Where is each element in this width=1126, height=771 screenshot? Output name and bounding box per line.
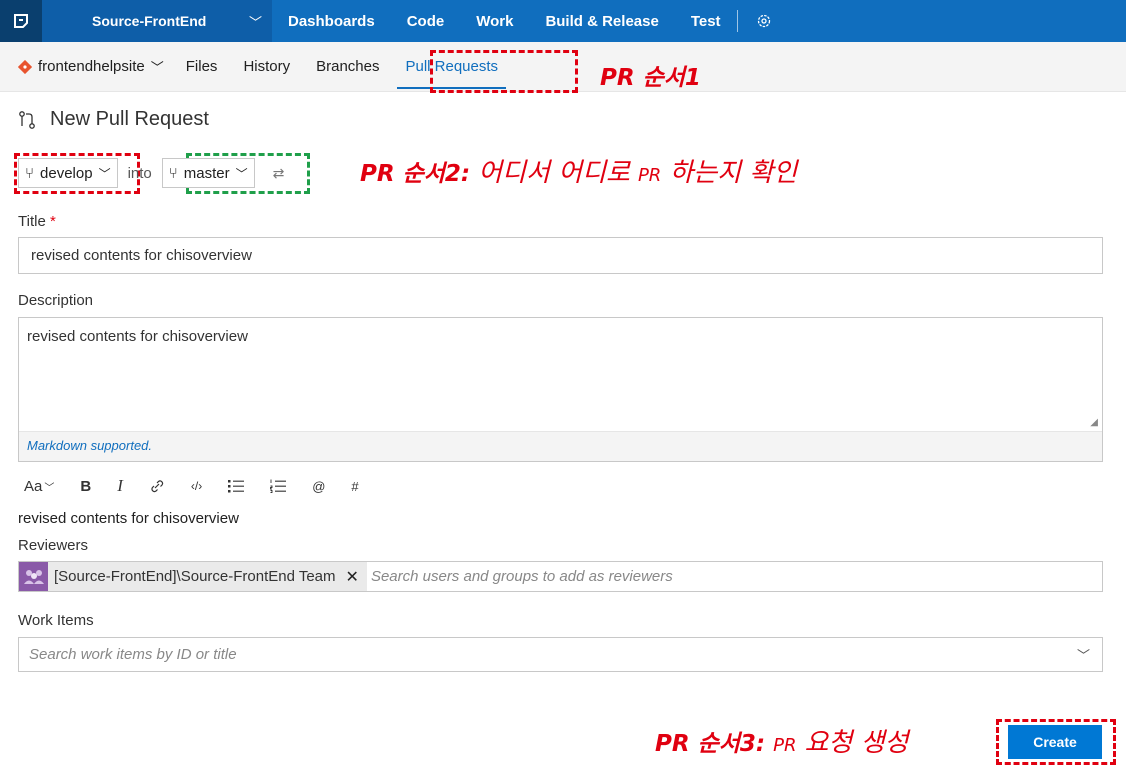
chevron-down-icon: ﹀ bbox=[44, 482, 55, 494]
chevron-down-icon[interactable]: ﹀ bbox=[1077, 645, 1090, 664]
annotation-step3-pr: PR bbox=[773, 735, 797, 756]
description-preview: revised contents for chisoverview bbox=[18, 510, 239, 527]
numbered-list-icon[interactable] bbox=[270, 479, 287, 493]
description-textarea[interactable]: revised contents for chisoverview ◢ Mark… bbox=[18, 317, 1103, 462]
reviewer-team-name: [Source-FrontEnd]\Source-FrontEnd Team bbox=[54, 568, 336, 585]
work-items-placeholder: Search work items by ID or title bbox=[29, 646, 237, 663]
annotation-step3: PR 순서3: PR 요청 생성 bbox=[655, 722, 908, 759]
gear-icon[interactable] bbox=[756, 13, 772, 29]
source-branch-label: develop bbox=[40, 164, 93, 182]
annotation-step3-bold: PR 순서3: bbox=[655, 731, 766, 757]
target-branch-label: master bbox=[183, 164, 230, 182]
annotation-step1: PR 순서1 bbox=[600, 65, 701, 91]
tab-branches[interactable]: Branches bbox=[316, 58, 379, 75]
branch-row: ⑂ develop ﹀ into ⑂ master ﹀ ⇄ bbox=[18, 158, 284, 188]
nav-test[interactable]: Test bbox=[691, 13, 721, 30]
repo-name: frontendhelpsite bbox=[38, 58, 145, 75]
page-title-text: New Pull Request bbox=[50, 108, 209, 130]
page-title: New Pull Request bbox=[18, 108, 209, 131]
repo-selector[interactable]: frontendhelpsite ﹀ bbox=[18, 57, 164, 76]
git-repo-icon bbox=[18, 59, 32, 74]
project-name: Source-FrontEnd bbox=[92, 13, 207, 29]
description-label: Description bbox=[18, 292, 94, 309]
mention-button[interactable]: @ bbox=[312, 479, 325, 494]
nav-dashboards[interactable]: Dashboards bbox=[288, 13, 375, 30]
title-input[interactable]: revised contents for chisoverview bbox=[18, 237, 1103, 274]
link-icon[interactable] bbox=[149, 478, 165, 494]
source-branch-dropdown[interactable]: ⑂ develop ﹀ bbox=[18, 158, 118, 188]
bold-button[interactable]: B bbox=[80, 478, 91, 495]
annotation-step2-text: 어디서 어디로 bbox=[478, 158, 630, 188]
chevron-down-icon: ﹀ bbox=[98, 166, 111, 181]
work-items-input[interactable]: Search work items by ID or title ﹀ bbox=[18, 637, 1103, 672]
top-nav-bar: Source-FrontEnd ﹀ Dashboards Code Work B… bbox=[0, 0, 1126, 42]
team-avatar-icon bbox=[19, 562, 48, 591]
tab-history[interactable]: History bbox=[243, 58, 290, 75]
into-label: into bbox=[127, 164, 152, 182]
nav-divider bbox=[736, 10, 738, 32]
create-button[interactable]: Create bbox=[1008, 725, 1102, 759]
font-size-label: Aa bbox=[24, 477, 43, 495]
project-selector[interactable]: Source-FrontEnd ﹀ bbox=[42, 0, 272, 42]
nav-work[interactable]: Work bbox=[476, 13, 513, 30]
target-branch-dropdown[interactable]: ⑂ master ﹀ bbox=[161, 158, 255, 188]
code-icon[interactable]: ‹/› bbox=[191, 479, 202, 493]
resize-handle-icon[interactable]: ◢ bbox=[1090, 417, 1098, 428]
reviewers-input[interactable]: [Source-FrontEnd]\Source-FrontEnd Team ✕… bbox=[18, 561, 1103, 592]
annotation-step2-tail: 하는지 확인 bbox=[669, 158, 798, 188]
chevron-down-icon: ﹀ bbox=[235, 166, 248, 181]
work-items-label: Work Items bbox=[18, 612, 94, 629]
branch-icon: ⑂ bbox=[25, 164, 35, 182]
title-label: Title * bbox=[18, 213, 56, 230]
chevron-down-icon: ﹀ bbox=[248, 14, 262, 30]
bullet-list-icon[interactable] bbox=[228, 479, 245, 493]
annotation-step3-tail: 요청 생성 bbox=[804, 728, 909, 758]
work-item-hash-button[interactable]: # bbox=[351, 479, 358, 494]
tab-files[interactable]: Files bbox=[186, 58, 218, 75]
annotation-step2: PR 순서2: 어디서 어디로 PR 하는지 확인 bbox=[360, 152, 797, 189]
remove-reviewer-icon[interactable]: ✕ bbox=[346, 567, 359, 587]
markdown-note: Markdown supported. bbox=[19, 431, 1102, 461]
reviewer-chip: [Source-FrontEnd]\Source-FrontEnd Team ✕ bbox=[19, 562, 367, 591]
vsts-logo-icon[interactable] bbox=[0, 0, 42, 42]
chevron-down-icon: ﹀ bbox=[150, 60, 164, 75]
font-size-button[interactable]: Aa ﹀ bbox=[24, 478, 54, 495]
nav-code[interactable]: Code bbox=[407, 13, 445, 30]
italic-button[interactable]: I bbox=[117, 476, 123, 496]
annotation-step2-bold: PR 순서2: bbox=[360, 161, 471, 187]
description-text: revised contents for chisoverview bbox=[27, 328, 248, 345]
reviewers-placeholder: Search users and groups to add as review… bbox=[370, 568, 673, 585]
title-label-text: Title bbox=[18, 213, 46, 230]
formatting-toolbar: Aa ﹀ B I ‹/› @ # bbox=[24, 476, 385, 496]
nav-build-release[interactable]: Build & Release bbox=[545, 13, 658, 30]
required-asterisk: * bbox=[49, 213, 56, 230]
reviewers-label: Reviewers bbox=[18, 537, 89, 554]
swap-branches-icon[interactable]: ⇄ bbox=[273, 165, 285, 182]
annotation-step2-pr: PR bbox=[637, 165, 662, 186]
main-nav: Dashboards Code Work Build & Release Tes… bbox=[288, 0, 772, 42]
pull-request-icon bbox=[19, 110, 35, 129]
branch-icon: ⑂ bbox=[168, 164, 178, 182]
annotation-box-step1 bbox=[430, 50, 578, 93]
